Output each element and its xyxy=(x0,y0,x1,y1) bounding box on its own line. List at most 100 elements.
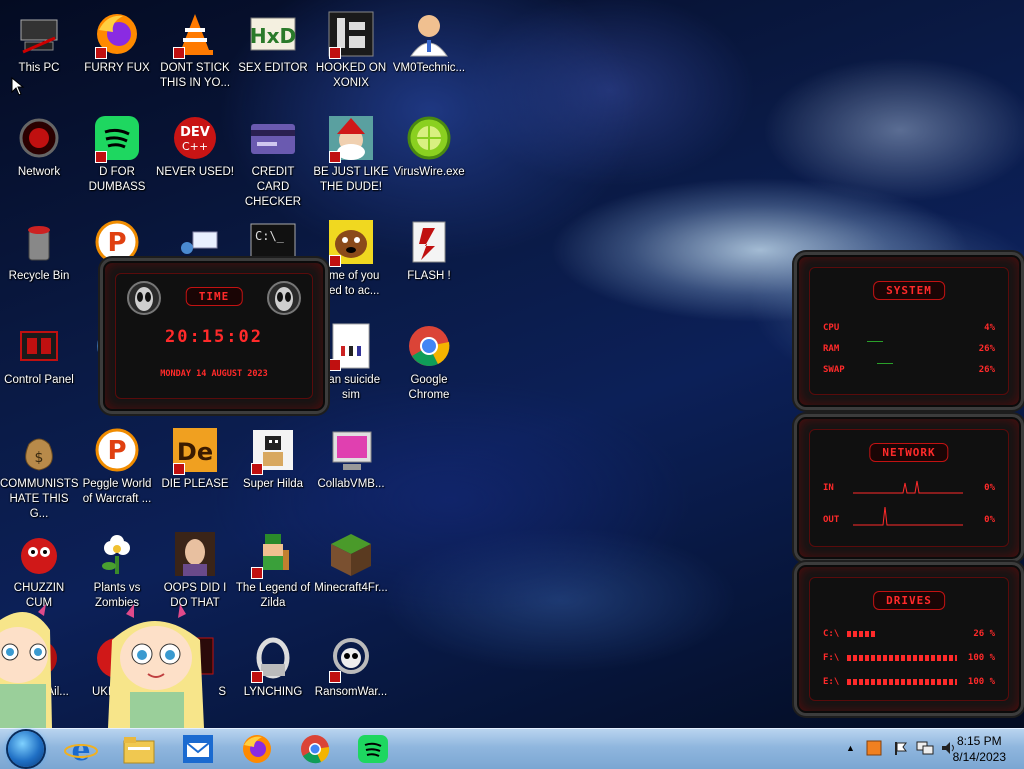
icon-label: D FOR DUMBASS xyxy=(88,166,146,193)
flash-icon xyxy=(405,218,453,266)
vlc-cone-icon xyxy=(171,10,219,59)
mail-icon xyxy=(183,735,213,763)
taskbar-spotify[interactable] xyxy=(356,733,390,765)
taskbar-chrome[interactable] xyxy=(298,733,332,765)
shortcut-badge xyxy=(251,463,263,475)
taskbar: e ▲ 8:15 PM 8/14/2023 xyxy=(0,728,1024,769)
control-panel-icon xyxy=(15,322,63,370)
cartoon-girl-sticker-right xyxy=(104,600,210,728)
desktop-icon-collabvm[interactable]: CollabVMB... xyxy=(312,420,390,492)
icon-label: BE JUST LIKE THE DUDE! xyxy=(313,166,389,193)
desktop-icon-viruswire[interactable]: VirusWire.exe xyxy=(390,108,468,180)
desktop-icon-chuzzin[interactable]: CHUZZIN CUM xyxy=(0,524,78,611)
desktop-icon-minecraft[interactable]: Minecraft4Fr... xyxy=(312,524,390,596)
system-widget[interactable]: SYSTEM CPU 4% RAM 26% SWAP 26% xyxy=(794,252,1024,410)
desktop-icon-vm0technic[interactable]: VM0Technic... xyxy=(390,4,468,76)
santa-icon xyxy=(327,114,375,163)
devcpp-icon: DEV C++ xyxy=(171,114,219,162)
cartoon-girl-sticker-left xyxy=(0,600,60,728)
rope-icon xyxy=(249,634,297,683)
desktop-icon-google-chrome[interactable]: Google Chrome xyxy=(390,316,468,403)
desktop-icon-super-hilda[interactable]: Super Hilda xyxy=(234,420,312,492)
taskbar-internet-explorer[interactable]: e xyxy=(64,733,98,768)
shortcut-badge xyxy=(173,463,185,475)
desktop-icon-credit-card-checker[interactable]: CREDIT CARD CHECKER xyxy=(234,108,312,210)
desktop-icon-ransomware[interactable]: RansomWar... xyxy=(312,628,390,700)
app-tray-icon[interactable] xyxy=(866,740,882,756)
taskbar-file-explorer[interactable] xyxy=(122,733,156,765)
taskbar-firefox[interactable] xyxy=(240,733,274,765)
system-tray: ▲ 8:15 PM 8/14/2023 xyxy=(824,729,1024,769)
svg-text:P: P xyxy=(107,228,126,258)
taskbar-mail[interactable] xyxy=(181,733,215,765)
icon-label: Minecraft4Fr... xyxy=(314,582,388,594)
desktop-icon-flash[interactable]: FLASH ! xyxy=(390,212,468,284)
desktop-icon-hooked-on-xonix[interactable]: HOOKED ON XONIX xyxy=(312,4,390,91)
desktop-icon-control-panel[interactable]: Control Panel xyxy=(0,316,78,388)
desktop-icon-this-pc[interactable]: This PC xyxy=(0,4,78,76)
desktop-icon-furry-fux[interactable]: FURRY FUX xyxy=(78,4,156,76)
desktop-icon-oops[interactable]: OOPS DID I DO THAT xyxy=(156,524,234,611)
shortcut-badge xyxy=(173,47,185,59)
net-out-value: 0% xyxy=(984,515,995,525)
pixel-art-icon xyxy=(249,426,297,475)
flag-icon[interactable] xyxy=(892,740,908,756)
portrait-icon xyxy=(171,530,219,578)
shortcut-badge xyxy=(329,255,341,267)
drive-e-value: 100 % xyxy=(967,677,995,687)
network-widget-title: NETWORK xyxy=(869,443,949,462)
icon-label: NEVER USED! xyxy=(156,166,234,178)
desktop-icon-be-just-like-the-dude[interactable]: BE JUST LIKE THE DUDE! xyxy=(312,108,390,195)
icon-label: RansomWar... xyxy=(314,686,388,698)
peggle-icon: P xyxy=(93,426,141,474)
icon-label: COMMUNISTS HATE THIS G... xyxy=(0,478,79,520)
desktop-icon-communists[interactable]: $ COMMUNISTS HATE THIS G... xyxy=(0,420,79,522)
shortcut-badge xyxy=(329,47,341,59)
desktop-icon-recycle-bin[interactable]: Recycle Bin xyxy=(0,212,78,284)
time-widget[interactable]: TIME 20:15:02 MONDAY 14 AUGUST 2023 xyxy=(100,258,328,414)
desktop-icon-plants-vs-zombies[interactable]: Plants vs Zombies xyxy=(78,524,156,611)
drives-widget[interactable]: DRIVES C:\ 26 % F:\ 100 % E:\ 100 % xyxy=(794,562,1024,716)
drive-f-bar xyxy=(847,655,957,661)
desktop-icon-lynching[interactable]: LYNCHING xyxy=(234,628,312,700)
net-in-label: IN xyxy=(823,483,834,493)
start-button[interactable] xyxy=(8,731,44,767)
desktop-icon-die-please[interactable]: De DIE PLEASE xyxy=(156,420,234,492)
network-widget[interactable]: NETWORK IN 0% OUT 0% xyxy=(794,414,1024,562)
desktop-icon-dont-stick[interactable]: DONT STICK THIS IN YO... xyxy=(156,4,234,91)
show-hidden-icons-icon[interactable]: ▲ xyxy=(846,743,855,753)
network-graph xyxy=(853,480,963,526)
svg-text:De: De xyxy=(177,438,213,466)
desktop-icon-zilda[interactable]: The Legend of Zilda xyxy=(234,524,312,611)
network-icon xyxy=(15,114,63,162)
icon-label: LYNCHING xyxy=(243,686,303,698)
svg-text:C:\_: C:\_ xyxy=(255,229,285,243)
cpu-label: CPU xyxy=(823,323,840,333)
desktop-icon-never-used[interactable]: DEV C++ NEVER USED! xyxy=(156,108,234,180)
icon-label: FLASH ! xyxy=(407,270,451,282)
desktop-icon-peggle-wow[interactable]: P Peggle World of Warcraft ... xyxy=(78,420,156,507)
recycle-bin-icon xyxy=(15,218,63,266)
icon-label: CREDIT CARD CHECKER xyxy=(244,166,302,208)
icon-label: Recycle Bin xyxy=(8,270,70,282)
icon-label: Google Chrome xyxy=(408,374,450,401)
flower-icon xyxy=(93,530,141,578)
file-explorer-icon xyxy=(123,737,155,764)
icon-label: This PC xyxy=(18,62,60,74)
firefox-icon xyxy=(243,735,271,763)
drive-c-bar xyxy=(847,631,876,637)
credit-card-icon xyxy=(249,114,297,162)
ram-graph-line xyxy=(867,341,883,342)
lime-icon xyxy=(405,114,453,162)
swap-graph-line xyxy=(877,363,893,364)
desktop-icon-network[interactable]: Network xyxy=(0,108,78,180)
desktop-icon-sex-editor[interactable]: HxD SEX EDITOR xyxy=(234,4,312,76)
dog-icon xyxy=(327,218,375,267)
ram-label: RAM xyxy=(823,344,840,354)
taskbar-clock[interactable]: 8:15 PM 8/14/2023 xyxy=(953,733,1006,765)
chrome-icon xyxy=(405,322,453,370)
swap-value: 26% xyxy=(978,365,995,375)
icon-label: HOOKED ON XONIX xyxy=(315,62,387,89)
desktop-icon-d-for-dumbass[interactable]: D FOR DUMBASS xyxy=(78,108,156,195)
network-tray-icon[interactable] xyxy=(916,740,934,756)
